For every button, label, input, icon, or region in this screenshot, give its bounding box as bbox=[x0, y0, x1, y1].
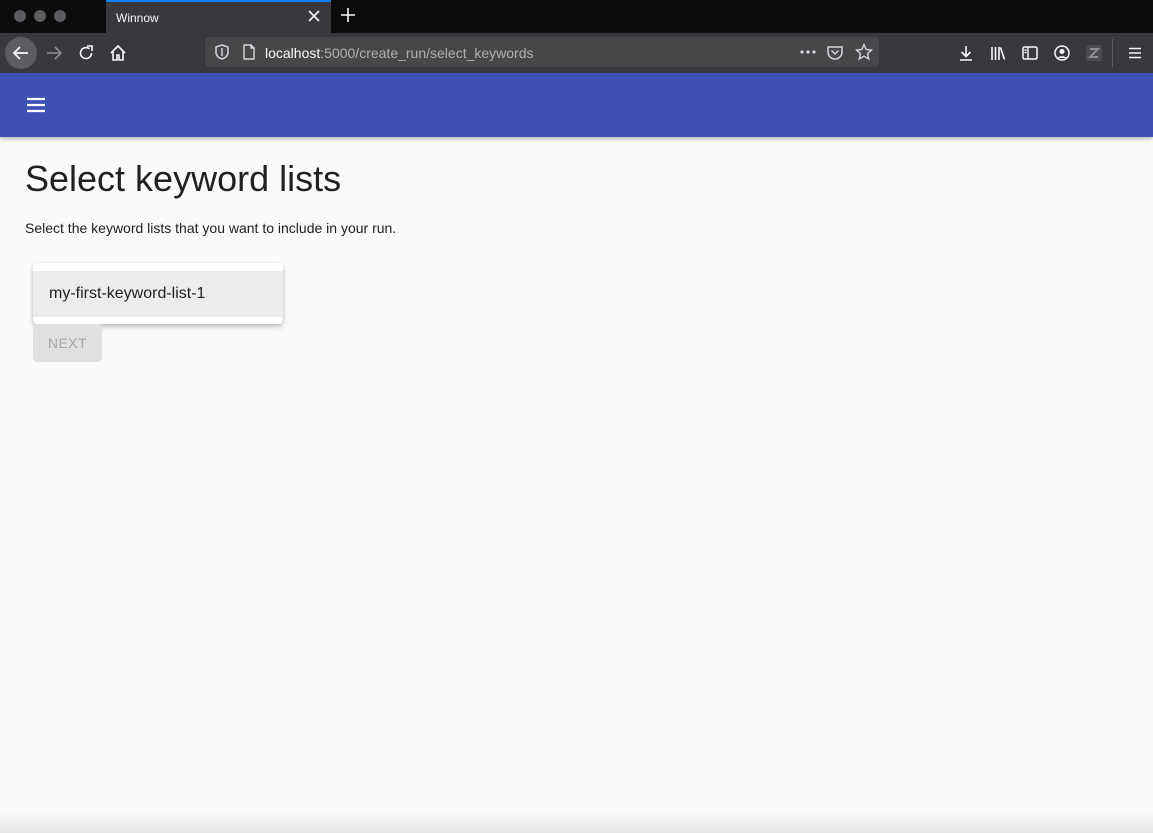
arrow-left-icon bbox=[12, 46, 28, 60]
url-text[interactable]: localhost:5000/create_run/select_keyword… bbox=[265, 45, 534, 61]
page-title: Select keyword lists bbox=[25, 158, 342, 199]
back-button[interactable] bbox=[5, 37, 37, 69]
hamburger-menu-icon bbox=[1129, 47, 1141, 59]
toolbar-divider bbox=[1112, 39, 1113, 67]
url-bar[interactable]: localhost:5000/create_run/select_keyword… bbox=[205, 37, 879, 67]
arrow-right-icon bbox=[47, 46, 63, 60]
library-icon bbox=[991, 47, 1006, 60]
browser-tab-strip: Winnow bbox=[0, 0, 1153, 33]
window-minimize-dot[interactable] bbox=[34, 10, 46, 22]
new-tab-icon[interactable] bbox=[338, 5, 358, 25]
window-close-dot[interactable] bbox=[14, 10, 26, 22]
close-tab-icon[interactable] bbox=[305, 7, 323, 25]
keyword-list-item[interactable]: my-first-keyword-list-1 bbox=[33, 271, 283, 317]
url-path: :5000/create_run/select_keywords bbox=[320, 45, 534, 61]
account-icon bbox=[1054, 45, 1070, 61]
sidebar-button[interactable] bbox=[1014, 37, 1046, 69]
bookmark-star-icon[interactable] bbox=[855, 43, 873, 61]
pocket-icon[interactable] bbox=[826, 43, 844, 61]
downloads-button[interactable] bbox=[950, 37, 982, 69]
app-menu-button[interactable] bbox=[1119, 37, 1151, 69]
sidebar-icon bbox=[1022, 46, 1038, 60]
keyword-list-selection: my-first-keyword-list-1 bbox=[33, 263, 283, 324]
account-button[interactable] bbox=[1046, 37, 1078, 69]
home-icon bbox=[110, 44, 126, 61]
home-button[interactable] bbox=[102, 37, 134, 69]
tab-title: Winnow bbox=[116, 11, 159, 25]
reload-icon bbox=[79, 45, 93, 60]
next-button[interactable]: NEXT bbox=[33, 324, 102, 362]
more-actions-icon[interactable] bbox=[799, 43, 817, 61]
app-bar bbox=[0, 73, 1153, 137]
window-zoom-dot[interactable] bbox=[54, 10, 66, 22]
forward-button[interactable] bbox=[38, 37, 70, 69]
extension-button[interactable] bbox=[1078, 37, 1110, 69]
browser-toolbar: localhost:5000/create_run/select_keyword… bbox=[0, 33, 1153, 73]
hamburger-menu-icon[interactable] bbox=[24, 93, 50, 117]
browser-tab-active[interactable]: Winnow bbox=[106, 0, 331, 33]
page-icon[interactable] bbox=[240, 43, 258, 61]
reload-button[interactable] bbox=[70, 37, 102, 69]
url-host: localhost bbox=[265, 45, 321, 61]
download-icon bbox=[960, 46, 972, 61]
window-bottom-edge bbox=[0, 810, 1153, 833]
library-button[interactable] bbox=[982, 37, 1014, 69]
page-description: Select the keyword lists that you want t… bbox=[25, 220, 397, 236]
shield-icon[interactable] bbox=[213, 43, 231, 61]
zotero-extension-icon bbox=[1086, 45, 1102, 61]
